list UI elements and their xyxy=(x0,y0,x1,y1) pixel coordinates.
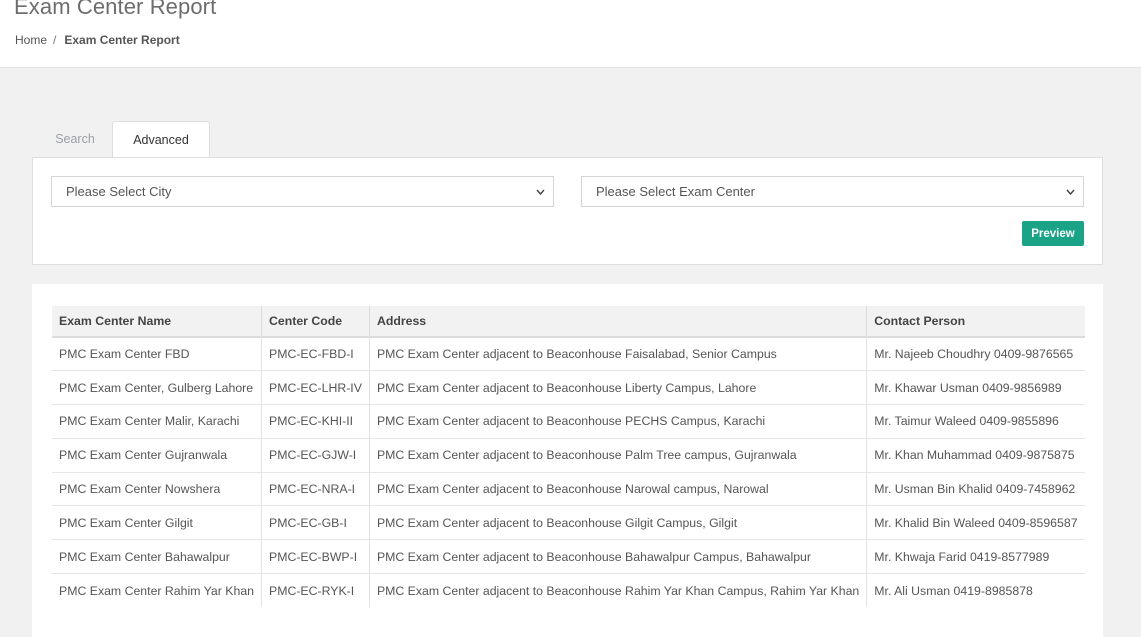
table-row: PMC Exam Center Gujranwala PMC-EC-GJW-I … xyxy=(52,437,1085,473)
table-row: PMC Exam Center Nowshera PMC-EC-NRA-I PM… xyxy=(52,471,1085,506)
cell-contact-person: Mr. Khawar Usman 0409-9856989 xyxy=(866,370,1085,405)
cell-contact-person: Mr. Usman Bin Khalid 0409-7458962 xyxy=(866,471,1085,506)
page-header: Exam Center Report Home / Exam Center Repo… xyxy=(0,0,1141,68)
table-row: PMC Exam Center Gilgit PMC-EC-GB-I PMC E… xyxy=(52,505,1085,540)
page-title: Exam Center Report xyxy=(14,0,217,19)
cell-center-code: PMC-EC-GJW-I xyxy=(261,437,370,473)
column-header-code: Center Code xyxy=(261,306,370,338)
cell-contact-person: Mr. Khan Muhammad 0409-9875875 xyxy=(866,437,1085,473)
exam-center-select[interactable]: Please Select Exam Center xyxy=(581,176,1084,207)
cell-center-name: PMC Exam Center, Gulberg Lahore xyxy=(52,370,263,405)
cell-center-code: PMC-EC-FBD-I xyxy=(261,336,370,371)
cell-address: PMC Exam Center adjacent to Beaconhouse … xyxy=(369,370,868,405)
city-select[interactable]: Please Select City xyxy=(51,176,554,207)
cell-center-name: PMC Exam Center Gilgit xyxy=(52,505,263,540)
table-row: PMC Exam Center Bahawalpur PMC-EC-BWP-I … xyxy=(52,539,1085,574)
cell-address: PMC Exam Center adjacent to Beaconhouse … xyxy=(369,539,868,574)
cell-center-name: PMC Exam Center Malir, Karachi xyxy=(52,404,263,439)
chevron-down-icon xyxy=(1066,177,1075,219)
cell-address: PMC Exam Center adjacent to Beaconhouse … xyxy=(369,471,868,506)
cell-center-code: PMC-EC-NRA-I xyxy=(261,471,370,506)
cell-address: PMC Exam Center adjacent to Beaconhouse … xyxy=(369,573,868,608)
preview-button[interactable]: Preview xyxy=(1022,221,1084,246)
cell-address: PMC Exam Center adjacent to Beaconhouse … xyxy=(369,437,868,473)
cell-center-name: PMC Exam Center FBD xyxy=(52,336,263,371)
cell-center-code: PMC-EC-KHI-II xyxy=(261,404,370,439)
breadcrumb-current: Exam Center Report xyxy=(64,33,180,47)
breadcrumb: Home / Exam Center Report xyxy=(15,33,180,47)
city-select-value: Please Select City xyxy=(66,184,172,199)
cell-address: PMC Exam Center adjacent to Beaconhouse … xyxy=(369,404,868,439)
results-panel: Exam Center Name Center Code Address Con… xyxy=(32,284,1103,637)
exam-center-select-value: Please Select Exam Center xyxy=(596,184,755,199)
table-row: PMC Exam Center, Gulberg Lahore PMC-EC-L… xyxy=(52,370,1085,405)
table-row: PMC Exam Center Malir, Karachi PMC-EC-KH… xyxy=(52,404,1085,439)
table-header-row: Exam Center Name Center Code Address Con… xyxy=(52,306,1085,338)
cell-contact-person: Mr. Khalid Bin Waleed 0409-8596587 xyxy=(866,505,1085,540)
column-header-name: Exam Center Name xyxy=(52,306,263,338)
cell-center-code: PMC-EC-BWP-I xyxy=(261,539,370,574)
cell-center-code: PMC-EC-GB-I xyxy=(261,505,370,540)
cell-contact-person: Mr. Taimur Waleed 0409-9855896 xyxy=(866,404,1085,439)
chevron-down-icon xyxy=(536,177,545,219)
cell-center-code: PMC-EC-LHR-IV xyxy=(261,370,370,405)
tab-advanced[interactable]: Advanced xyxy=(112,121,210,159)
cell-center-name: PMC Exam Center Nowshera xyxy=(52,471,263,506)
table-row: PMC Exam Center Rahim Yar Khan PMC-EC-RY… xyxy=(52,573,1085,608)
table-row: PMC Exam Center FBD PMC-EC-FBD-I PMC Exa… xyxy=(52,336,1085,371)
cell-center-code: PMC-EC-RYK-I xyxy=(261,573,370,608)
tab-search[interactable]: Search xyxy=(42,121,108,158)
column-header-address: Address xyxy=(369,306,868,338)
breadcrumb-separator: / xyxy=(53,33,57,47)
cell-contact-person: Mr. Ali Usman 0419-8985878 xyxy=(866,573,1085,608)
cell-address: PMC Exam Center adjacent to Beaconhouse … xyxy=(369,505,868,540)
cell-contact-person: Mr. Najeeb Choudhry 0409-9876565 xyxy=(866,336,1085,371)
cell-center-name: PMC Exam Center Gujranwala xyxy=(52,437,263,473)
cell-center-name: PMC Exam Center Bahawalpur xyxy=(52,539,263,574)
breadcrumb-home-link[interactable]: Home xyxy=(15,33,47,47)
cell-address: PMC Exam Center adjacent to Beaconhouse … xyxy=(369,336,868,371)
column-header-contact: Contact Person xyxy=(866,306,1085,338)
exam-center-table: Exam Center Name Center Code Address Con… xyxy=(52,306,1085,608)
filter-panel: Please Select City Please Select Exam Ce… xyxy=(32,157,1103,265)
cell-contact-person: Mr. Khwaja Farid 0419-8577989 xyxy=(866,539,1085,574)
cell-center-name: PMC Exam Center Rahim Yar Khan xyxy=(52,573,263,608)
